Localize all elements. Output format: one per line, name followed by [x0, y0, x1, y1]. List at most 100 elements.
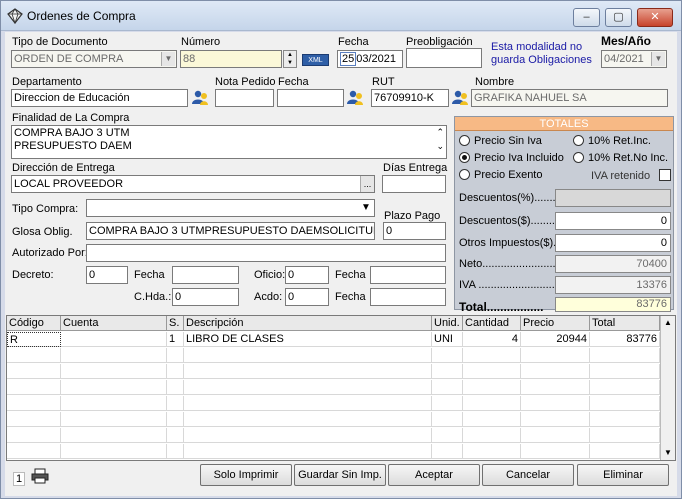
- radio-selected-icon[interactable]: [459, 152, 470, 163]
- radio-ret-inc[interactable]: 10% Ret.Inc.: [573, 135, 651, 147]
- col-s[interactable]: S.: [167, 316, 184, 331]
- chevron-down-icon[interactable]: ▼: [359, 201, 373, 215]
- nombre-field[interactable]: GRAFIKA NAHUEL SA: [471, 89, 668, 107]
- decreto-field[interactable]: 0: [86, 266, 128, 284]
- scroll-up-icon[interactable]: ▲: [661, 316, 675, 330]
- cell-descripcion[interactable]: LIBRO DE CLASES: [184, 332, 432, 347]
- items-grid[interactable]: Código Cuenta S. Descripción Unid. Canti…: [6, 315, 676, 461]
- minimize-button[interactable]: –: [573, 8, 600, 27]
- browse-button[interactable]: ...: [360, 176, 374, 192]
- radio-precio-sin-iva[interactable]: Precio Sin Iva: [459, 135, 542, 147]
- grid-scrollbar[interactable]: ▲ ▼: [660, 316, 675, 460]
- search-person-icon[interactable]: [451, 90, 469, 106]
- chevron-down-icon[interactable]: ▼: [161, 52, 175, 66]
- scroll-up-icon[interactable]: ⌃: [436, 126, 444, 139]
- empty-table-row[interactable]: [7, 396, 660, 411]
- rut-field[interactable]: 76709910-K: [371, 89, 449, 107]
- guardar-sin-imp-button[interactable]: Guardar Sin Imp.: [294, 464, 386, 486]
- search-person-icon[interactable]: [191, 90, 209, 106]
- col-precio[interactable]: Precio: [521, 316, 590, 331]
- eliminar-button[interactable]: Eliminar: [577, 464, 669, 486]
- col-codigo[interactable]: Código: [7, 316, 61, 331]
- numero-label: Número: [181, 36, 221, 48]
- table-row[interactable]: R 1 LIBRO DE CLASES UNI 4 20944 83776: [7, 332, 660, 347]
- direccion-entrega-value: LOCAL PROVEEDOR: [14, 178, 124, 190]
- autorizado-por-field[interactable]: [86, 244, 446, 262]
- title-bar[interactable]: Ordenes de Compra – ▢ ✕: [1, 1, 681, 31]
- iva-retenido[interactable]: IVA retenido: [591, 169, 672, 182]
- spin-up-icon[interactable]: ▲: [284, 51, 296, 59]
- chda-field[interactable]: 0: [172, 288, 239, 306]
- col-cuenta[interactable]: Cuenta: [61, 316, 167, 331]
- oficio-field[interactable]: 0: [285, 266, 329, 284]
- col-descripcion[interactable]: Descripción: [184, 316, 432, 331]
- printer-icon[interactable]: [31, 468, 49, 484]
- fecha-day: 25: [340, 52, 357, 66]
- otros-impuestos-field[interactable]: 0: [555, 234, 671, 252]
- cell-separator: [462, 444, 463, 459]
- empty-table-row[interactable]: [7, 444, 660, 459]
- radio-precio-iva-incluido[interactable]: Precio Iva Incluido: [459, 152, 564, 164]
- radio-icon[interactable]: [573, 135, 584, 146]
- tipo-documento-select[interactable]: ORDEN DE COMPRA ▼: [11, 50, 177, 68]
- oficio-label: Oficio:: [254, 269, 286, 281]
- acdo-fecha-field[interactable]: [370, 288, 446, 306]
- xml-button[interactable]: XML: [302, 54, 329, 66]
- decreto-fecha-field[interactable]: [172, 266, 239, 284]
- acdo-field[interactable]: 0: [285, 288, 329, 306]
- iva-retenido-checkbox[interactable]: [659, 169, 672, 181]
- cell-cantidad[interactable]: 4: [463, 332, 521, 347]
- cancelar-button[interactable]: Cancelar: [482, 464, 574, 486]
- modalidad-note-line1: Esta modalidad no: [491, 41, 583, 53]
- cell-codigo[interactable]: R: [7, 332, 61, 347]
- plazo-pago-field[interactable]: 0: [383, 222, 446, 240]
- scroll-down-icon[interactable]: ▼: [661, 446, 675, 460]
- preobligacion-field[interactable]: [406, 48, 482, 68]
- col-unid[interactable]: Unid.: [432, 316, 463, 331]
- direccion-entrega-field[interactable]: LOCAL PROVEEDOR ...: [11, 175, 375, 193]
- cell-s[interactable]: 1: [167, 332, 184, 347]
- radio-ret-no-inc[interactable]: 10% Ret.No Inc.: [573, 152, 668, 164]
- spin-down-icon[interactable]: ▼: [284, 59, 296, 67]
- empty-table-row[interactable]: [7, 364, 660, 379]
- radio-icon[interactable]: [459, 135, 470, 146]
- radio-icon[interactable]: [573, 152, 584, 163]
- numero-spinner[interactable]: ▲ ▼: [283, 50, 297, 68]
- empty-table-row[interactable]: [7, 380, 660, 395]
- total-field: 83776: [555, 297, 671, 312]
- nota-fecha-field[interactable]: [277, 89, 344, 107]
- nota-pedido-field[interactable]: [215, 89, 274, 107]
- cell-precio[interactable]: 20944: [521, 332, 590, 347]
- dias-entrega-field[interactable]: [382, 175, 446, 193]
- tipo-compra-select[interactable]: ▼: [86, 199, 375, 217]
- finalidad-textarea[interactable]: COMPRA BAJO 3 UTM PRESUPUESTO DAEM ⌃ ⌄: [11, 125, 447, 159]
- departamento-field[interactable]: Direccion de Educación: [11, 89, 188, 107]
- cell-cuenta[interactable]: [61, 332, 167, 347]
- oficio-fecha-field[interactable]: [370, 266, 446, 284]
- cell-total[interactable]: 83776: [590, 332, 660, 347]
- empty-table-row[interactable]: [7, 428, 660, 443]
- glosa-oblig-label: Glosa Oblig.: [12, 226, 73, 238]
- scroll-down-icon[interactable]: ⌄: [436, 140, 444, 153]
- fecha-field[interactable]: 25 03/2021: [337, 50, 403, 68]
- glosa-oblig-field[interactable]: COMPRA BAJO 3 UTMPRESUPUESTO DAEMSOLICIT…: [86, 222, 375, 240]
- descuentos-field[interactable]: 0: [555, 212, 671, 230]
- radio-precio-exento[interactable]: Precio Exento: [459, 169, 542, 181]
- cell-separator: [520, 444, 521, 459]
- radio-icon[interactable]: [459, 169, 470, 180]
- search-person-icon[interactable]: [346, 90, 364, 106]
- numero-field[interactable]: 88: [180, 50, 282, 68]
- plazo-pago-label: Plazo Pago: [384, 210, 441, 222]
- iva-label: IVA ..........................: [459, 279, 558, 291]
- col-cantidad[interactable]: Cantidad: [463, 316, 521, 331]
- mes-ano-select[interactable]: 04/2021 ▼: [601, 50, 667, 68]
- cell-unid[interactable]: UNI: [432, 332, 463, 347]
- solo-imprimir-button[interactable]: Solo Imprimir: [200, 464, 292, 486]
- col-total[interactable]: Total: [590, 316, 660, 331]
- empty-table-row[interactable]: [7, 348, 660, 363]
- close-button[interactable]: ✕: [637, 8, 673, 27]
- chevron-down-icon[interactable]: ▼: [651, 52, 665, 66]
- aceptar-button[interactable]: Aceptar: [388, 464, 480, 486]
- maximize-button[interactable]: ▢: [605, 8, 632, 27]
- empty-table-row[interactable]: [7, 412, 660, 427]
